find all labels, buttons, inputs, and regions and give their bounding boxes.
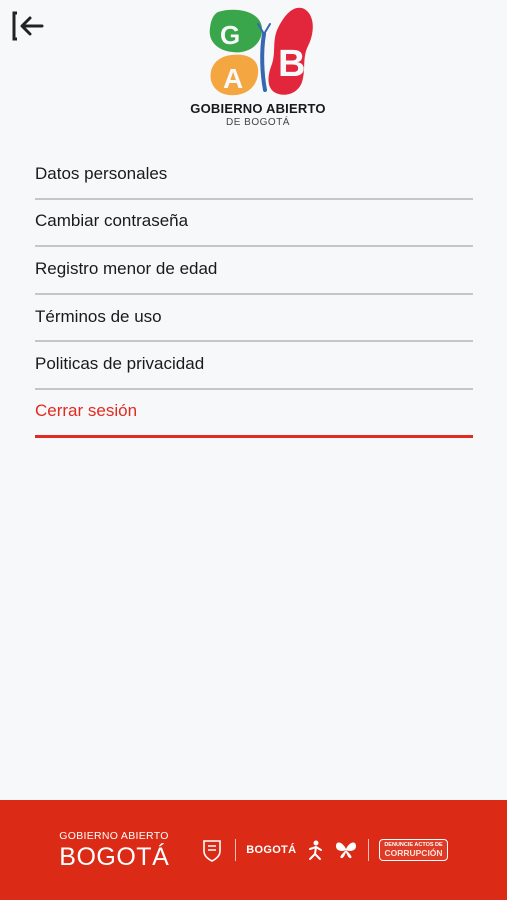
settings-menu: Datos personales Cambiar contraseña Regi… <box>35 152 473 438</box>
menu-item-cambiar-contrasena[interactable]: Cambiar contraseña <box>35 200 473 248</box>
menu-item-label: Registro menor de edad <box>35 258 218 278</box>
denuncie-corrupcion-badge: DENUNCIE ACTOS DE CORRUPCIÓN <box>379 839 448 861</box>
menu-item-label: Politicas de privacidad <box>35 354 205 374</box>
logout-label: Cerrar sesión <box>35 401 138 421</box>
svg-text:A: A <box>223 63 243 94</box>
logo-title: GOBIERNO ABIERTO <box>190 101 326 116</box>
footer-logos: BOGOTÁ DENUNCIE ACTOS DE CORRUPCIÓN <box>199 837 448 863</box>
logout-back-button[interactable] <box>8 6 48 46</box>
logout-arrow-left-icon <box>12 11 44 41</box>
menu-item-terminos-de-uso[interactable]: Términos de uso <box>35 295 473 343</box>
menu-item-registro-menor[interactable]: Registro menor de edad <box>35 247 473 295</box>
alcaldia-shield-icon <box>203 840 222 862</box>
svg-text:B: B <box>278 43 305 85</box>
footer-divider <box>368 839 370 861</box>
footer-brand: GOBIERNO ABIERTO BOGOTÁ <box>59 830 169 870</box>
footer-banner: GOBIERNO ABIERTO BOGOTÁ BOGOTÁ DENUNCIE … <box>0 800 507 900</box>
person-star-icon <box>309 840 323 860</box>
svg-text:G: G <box>220 20 240 50</box>
logo-subtitle: DE BOGOTÁ <box>226 117 290 128</box>
menu-item-datos-personales[interactable]: Datos personales <box>35 152 473 200</box>
footer-divider <box>235 839 237 861</box>
logout-button[interactable]: Cerrar sesión <box>35 390 473 438</box>
gobierno-abierto-logo: G A B GOBIERNO ABIERTO DE BOGOTÁ <box>178 4 338 134</box>
footer-brand-small: GOBIERNO ABIERTO <box>59 830 169 842</box>
denuncie-line2: CORRUPCIÓN <box>384 848 443 858</box>
menu-item-label: Datos personales <box>35 163 168 183</box>
menu-item-label: Términos de uso <box>35 306 162 326</box>
butterfly-mini-icon <box>336 842 357 859</box>
footer-brand-big: BOGOTÁ <box>59 843 170 871</box>
butterfly-logo-icon: G A B <box>209 7 313 96</box>
menu-item-politicas-privacidad[interactable]: Politicas de privacidad <box>35 342 473 390</box>
bogota-wordmark: BOGOTÁ <box>246 844 297 856</box>
menu-item-label: Cambiar contraseña <box>35 211 189 231</box>
